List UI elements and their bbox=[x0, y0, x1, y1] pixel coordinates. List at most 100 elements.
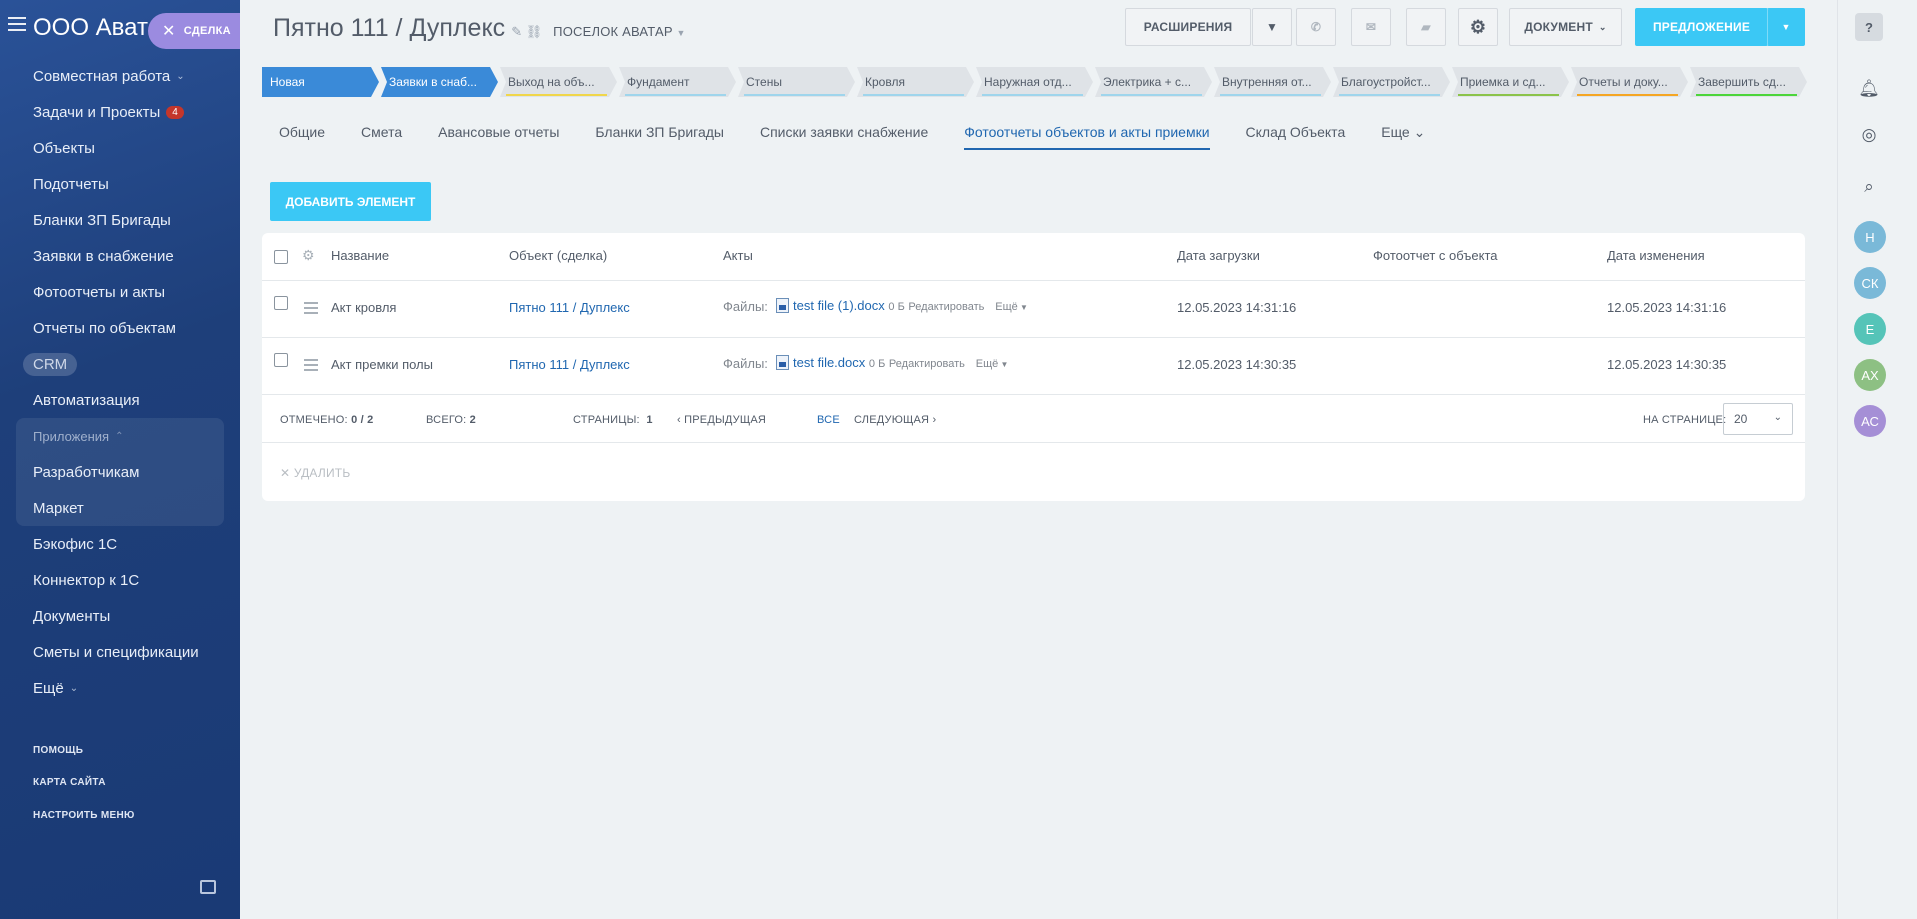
tab-item[interactable]: Смета bbox=[361, 124, 402, 150]
avatar[interactable]: Н bbox=[1854, 221, 1886, 253]
sidebar-item-apps[interactable]: Приложения ⌃ bbox=[16, 418, 224, 454]
configure-menu-link[interactable]: НАСТРОИТЬ МЕНЮ bbox=[33, 810, 135, 821]
proposal-button[interactable]: ПРЕДЛОЖЕНИЕ bbox=[1635, 8, 1768, 46]
stage-item[interactable]: Кровля bbox=[857, 67, 974, 97]
file-edit-link[interactable]: Редактировать bbox=[908, 301, 984, 313]
printer-icon[interactable] bbox=[200, 880, 216, 894]
table-row[interactable]: Акт премки полы Пятно 111 / Дуплекс Файл… bbox=[262, 338, 1805, 395]
sidebar-item-more[interactable]: Ещё ⌄ bbox=[0, 670, 240, 706]
col-modified[interactable]: Дата изменения bbox=[1607, 248, 1705, 263]
stage-item[interactable]: Внутренняя от... bbox=[1214, 67, 1331, 97]
edit-icon[interactable]: ✎ ⛓ bbox=[511, 24, 542, 39]
col-name[interactable]: Название bbox=[331, 248, 389, 263]
all-pages-button[interactable]: ВСЕ bbox=[817, 414, 840, 426]
sidebar-item-obj-reports[interactable]: Отчеты по объектам bbox=[0, 310, 240, 346]
col-object[interactable]: Объект (сделка) bbox=[509, 248, 607, 263]
sidebar-item-label: Объекты bbox=[33, 139, 95, 157]
gear-icon[interactable]: ⚙ bbox=[1458, 8, 1498, 46]
stage-item[interactable]: Наружная отд... bbox=[976, 67, 1093, 97]
avatar[interactable]: АС bbox=[1854, 405, 1886, 437]
sidebar-item-crm[interactable]: CRM bbox=[0, 346, 240, 382]
avatar[interactable]: АХ bbox=[1854, 359, 1886, 391]
delete-button[interactable]: ✕ УДАЛИТЬ bbox=[280, 466, 350, 480]
chat-search-icon[interactable]: ◎ bbox=[1858, 124, 1880, 146]
file-more-link[interactable]: Ещё bbox=[976, 358, 999, 370]
stage-item[interactable]: Заявки в снаб... bbox=[381, 67, 498, 97]
phone-icon[interactable]: ✆ bbox=[1296, 8, 1336, 46]
sidebar-item-connector[interactable]: Коннектор к 1С bbox=[0, 562, 240, 598]
help-icon[interactable]: ? bbox=[1855, 13, 1883, 41]
row-checkbox[interactable] bbox=[274, 296, 288, 310]
stage-underline bbox=[744, 94, 845, 96]
stage-item[interactable]: Благоустройст... bbox=[1333, 67, 1450, 97]
per-page-select[interactable]: 20 ⌄ bbox=[1723, 403, 1793, 435]
stage-item[interactable]: Приемка и сд... bbox=[1452, 67, 1569, 97]
category-select[interactable]: ПОСЕЛОК АВАТАР ▼ bbox=[553, 24, 685, 39]
bell-icon[interactable]: 🔔︎ bbox=[1858, 78, 1880, 100]
file-link[interactable]: test file (1).docx bbox=[793, 298, 885, 313]
help-link[interactable]: ПОМОЩЬ bbox=[33, 745, 83, 756]
col-uploaded[interactable]: Дата загрузки bbox=[1177, 248, 1260, 263]
sidebar-item-supply[interactable]: Заявки в снабжение bbox=[0, 238, 240, 274]
stage-item[interactable]: Электрика + с... bbox=[1095, 67, 1212, 97]
sidebar-item-documents[interactable]: Документы bbox=[0, 598, 240, 634]
stage-item[interactable]: Фундамент bbox=[619, 67, 736, 97]
tab-item[interactable]: Еще ⌄ bbox=[1381, 124, 1425, 150]
sidebar-item-developers[interactable]: Разработчикам bbox=[16, 454, 224, 490]
table-row[interactable]: Акт кровля Пятно 111 / Дуплекс Файлы: te… bbox=[262, 281, 1805, 338]
tab-item[interactable]: Общие bbox=[279, 124, 325, 150]
page-title[interactable]: Пятно 111 / Дуплекс bbox=[273, 14, 505, 42]
col-acts[interactable]: Акты bbox=[723, 248, 753, 263]
prev-page-button[interactable]: ‹ ПРЕДЫДУЩАЯ bbox=[677, 414, 766, 426]
sidebar-item-objects[interactable]: Объекты bbox=[0, 130, 240, 166]
select-all-checkbox[interactable] bbox=[274, 250, 288, 264]
row-object-link[interactable]: Пятно 111 / Дуплекс bbox=[509, 300, 630, 315]
mail-icon[interactable]: ✉ bbox=[1351, 8, 1391, 46]
stage-underline bbox=[1339, 94, 1440, 96]
tab-item[interactable]: Бланки ЗП Бригады bbox=[595, 124, 724, 150]
stage-item[interactable]: Отчеты и доку... bbox=[1571, 67, 1688, 97]
stage-item[interactable]: Новая bbox=[262, 67, 379, 97]
row-checkbox[interactable] bbox=[274, 353, 288, 367]
row-menu-icon[interactable] bbox=[304, 359, 318, 374]
tab-item[interactable]: Списки заявки снабжение bbox=[760, 124, 928, 150]
selected-count: ОТМЕЧЕНО: 0 / 2 bbox=[280, 414, 373, 426]
sidebar-item-payroll[interactable]: Бланки ЗП Бригады bbox=[0, 202, 240, 238]
sidebar-item-reports[interactable]: Подотчеты bbox=[0, 166, 240, 202]
stage-item[interactable]: Выход на объ... bbox=[500, 67, 617, 97]
per-page-value: 20 bbox=[1734, 412, 1748, 426]
row-object-link[interactable]: Пятно 111 / Дуплекс bbox=[509, 357, 630, 372]
chat-icon[interactable]: ▰ bbox=[1406, 8, 1446, 46]
sidebar-item-automation[interactable]: Автоматизация bbox=[0, 382, 240, 418]
file-link[interactable]: test file.docx bbox=[793, 355, 865, 370]
add-element-button[interactable]: ДОБАВИТЬ ЭЛЕМЕНТ bbox=[270, 182, 431, 221]
close-deal-chip[interactable]: ✕ СДЕЛКА bbox=[148, 13, 240, 49]
settings-gear-icon[interactable]: ⚙ bbox=[302, 248, 315, 262]
sidebar-item-market[interactable]: Маркет bbox=[16, 490, 224, 526]
stage-item[interactable]: Завершить сд... bbox=[1690, 67, 1807, 97]
stage-item[interactable]: Стены bbox=[738, 67, 855, 97]
sidebar-item-backoffice[interactable]: Бэкофис 1С bbox=[0, 526, 240, 562]
row-menu-icon[interactable] bbox=[304, 302, 318, 317]
document-button[interactable]: ДОКУМЕНТ ⌄ bbox=[1509, 8, 1622, 46]
tab-item[interactable]: Склад Объекта bbox=[1246, 124, 1346, 150]
extensions-dropdown[interactable]: ▼ bbox=[1252, 8, 1292, 46]
tab-item[interactable]: Фотоотчеты объектов и акты приемки bbox=[964, 124, 1210, 150]
sidebar-item-estimates[interactable]: Сметы и спецификации bbox=[0, 634, 240, 670]
file-edit-link[interactable]: Редактировать bbox=[889, 358, 965, 370]
proposal-dropdown[interactable]: ▼ bbox=[1767, 8, 1805, 46]
extensions-button[interactable]: РАСШИРЕНИЯ bbox=[1125, 8, 1251, 46]
tab-item[interactable]: Авансовые отчеты bbox=[438, 124, 559, 150]
sidebar-item-tasks[interactable]: Задачи и Проекты 4 bbox=[0, 94, 240, 130]
org-name[interactable]: ООО Аватар bbox=[33, 14, 163, 42]
avatar[interactable]: СК bbox=[1854, 267, 1886, 299]
sidebar-item-collab[interactable]: Совместная работа ⌄ bbox=[0, 58, 240, 94]
search-icon[interactable]: ⌕ bbox=[1858, 176, 1880, 198]
file-more-link[interactable]: Ещё bbox=[995, 301, 1018, 313]
col-photo[interactable]: Фотоотчет с объекта bbox=[1373, 248, 1497, 263]
avatar[interactable]: Е bbox=[1854, 313, 1886, 345]
menu-icon[interactable] bbox=[8, 17, 26, 33]
next-page-button[interactable]: СЛЕДУЮЩАЯ › bbox=[854, 414, 936, 426]
sidebar-item-photo[interactable]: Фотоотчеты и акты bbox=[0, 274, 240, 310]
sitemap-link[interactable]: КАРТА САЙТА bbox=[33, 777, 106, 788]
